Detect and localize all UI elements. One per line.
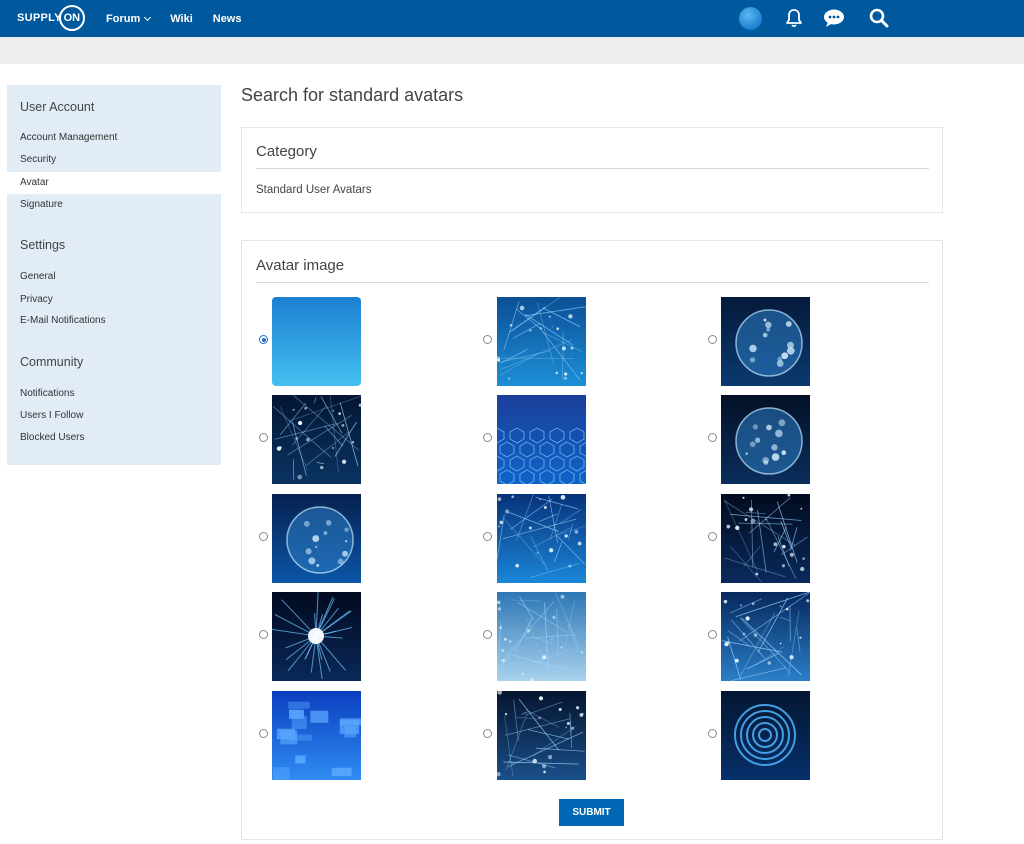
- supplyon-logo[interactable]: SUPPLY ON: [17, 5, 85, 31]
- category-card: Category Standard User Avatars: [241, 127, 943, 213]
- chevron-down-icon: [144, 13, 152, 21]
- nav-news-label: News: [212, 12, 242, 25]
- avatar-radio[interactable]: [708, 532, 717, 541]
- avatar-radio[interactable]: [483, 433, 492, 442]
- avatar-radio[interactable]: [259, 335, 268, 344]
- avatar-thumbnail-hexagon-grid[interactable]: [497, 395, 586, 484]
- avatar-thumbnail-blue-cubes[interactable]: [272, 691, 361, 780]
- avatar-thumbnail-particle-sphere[interactable]: [272, 494, 361, 583]
- category-value: Standard User Avatars: [256, 184, 372, 196]
- sidebar-item-blocked-users[interactable]: Blocked Users: [7, 427, 221, 449]
- avatar-radio[interactable]: [483, 532, 492, 541]
- nav-wiki-label: Wiki: [170, 12, 193, 25]
- nav-forum[interactable]: Forum: [106, 12, 152, 25]
- avatar-radio[interactable]: [259, 532, 268, 541]
- avatar-radio[interactable]: [708, 433, 717, 442]
- bell-icon[interactable]: [783, 7, 805, 29]
- avatar-thumbnail-wave-mesh[interactable]: [497, 494, 586, 583]
- page-title: Search for standard avatars: [241, 85, 464, 105]
- avatar-image-divider: [256, 282, 929, 283]
- avatar-image-card: Avatar image: [241, 240, 943, 840]
- avatar-thumbnail-circuit-board-3d[interactable]: [721, 494, 810, 583]
- sidebar-heading-settings: Settings: [20, 238, 66, 252]
- avatar-thumbnail-solid-blue-gradient[interactable]: [272, 297, 361, 386]
- logo-text: SUPPLY: [17, 12, 62, 24]
- sidebar-heading-user-account: User Account: [20, 100, 95, 114]
- avatar-radio[interactable]: [259, 630, 268, 639]
- avatar-radio[interactable]: [708, 729, 717, 738]
- nav-news[interactable]: News: [213, 13, 242, 25]
- avatar-radio[interactable]: [708, 335, 717, 344]
- avatar-thumbnail-light-wave-white[interactable]: [497, 592, 586, 681]
- sub-header-band: [0, 37, 1024, 64]
- sidebar-item-signature[interactable]: Signature: [7, 194, 221, 216]
- avatar-radio[interactable]: [708, 630, 717, 639]
- category-title: Category: [256, 143, 317, 160]
- sidebar-item-privacy[interactable]: Privacy: [7, 289, 221, 311]
- sidebar-heading-community: Community: [20, 355, 84, 369]
- sidebar-item-notifications[interactable]: Notifications: [7, 383, 221, 405]
- avatar-thumbnail-digital-globe[interactable]: [721, 395, 810, 484]
- user-avatar[interactable]: [739, 7, 762, 30]
- avatar-thumbnail-concentric-rings[interactable]: [721, 691, 810, 780]
- submit-button[interactable]: SUBMIT: [559, 799, 624, 826]
- sidebar-item-avatar[interactable]: Avatar: [7, 172, 221, 194]
- search-icon[interactable]: [868, 7, 890, 29]
- logo-ring: ON: [58, 5, 85, 31]
- avatar-radio[interactable]: [483, 335, 492, 344]
- chat-icon[interactable]: [822, 7, 844, 29]
- category-divider: [256, 168, 929, 169]
- sidebar-item-users-i-follow[interactable]: Users I Follow: [7, 405, 221, 427]
- nav-wiki[interactable]: Wiki: [170, 13, 193, 25]
- avatar-image-title: Avatar image: [256, 257, 345, 274]
- sidebar: User Account Account Management Security…: [7, 85, 221, 465]
- nav-forum-label: Forum: [106, 12, 141, 25]
- sidebar-item-security[interactable]: Security: [7, 149, 221, 171]
- avatar-thumbnail-earth-globe[interactable]: [721, 297, 810, 386]
- avatar-radio[interactable]: [259, 729, 268, 738]
- avatar-thumbnail-network-mesh[interactable]: [272, 395, 361, 484]
- top-navigation-bar: SUPPLY ON Forum Wiki News: [0, 0, 1024, 37]
- avatar-radio[interactable]: [259, 433, 268, 442]
- avatar-thumbnail-light-burst[interactable]: [272, 592, 361, 681]
- sidebar-item-email-notifications[interactable]: E-Mail Notifications: [7, 310, 221, 332]
- avatar-thumbnail-sparkle-particles[interactable]: [497, 691, 586, 780]
- avatar-thumbnail-circuit-lines[interactable]: [497, 297, 586, 386]
- avatar-radio[interactable]: [483, 630, 492, 639]
- avatar-thumbnail-tech-city[interactable]: [721, 592, 810, 681]
- avatar-radio[interactable]: [483, 729, 492, 738]
- sidebar-item-general[interactable]: General: [7, 266, 221, 288]
- sidebar-item-account-management[interactable]: Account Management: [7, 127, 221, 149]
- main-nav: Forum Wiki News: [106, 0, 262, 37]
